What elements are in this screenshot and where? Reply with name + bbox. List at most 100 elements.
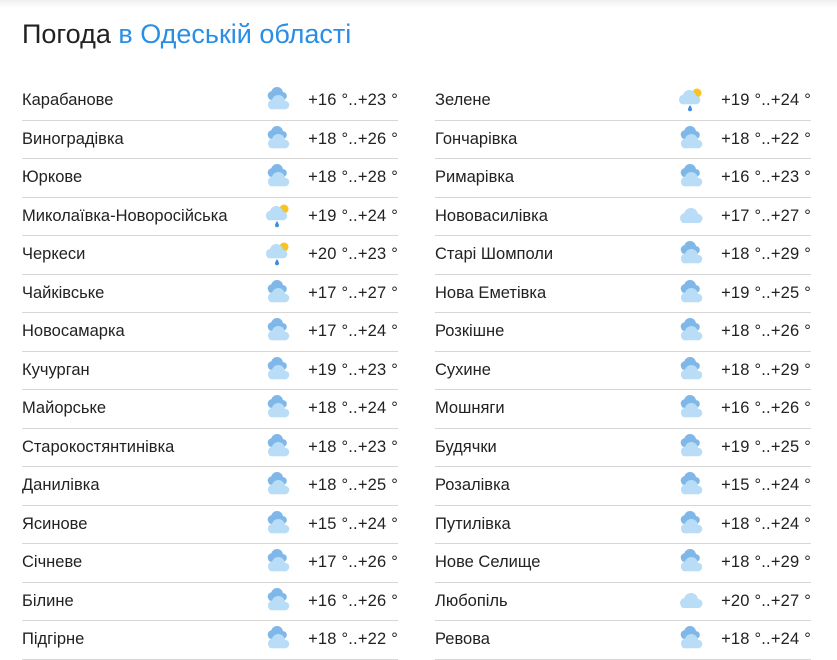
temperature-range: +18 °..+25 ° — [308, 476, 398, 494]
partly-cloudy-rain-icon — [264, 241, 292, 267]
cloudy-icon — [677, 549, 705, 575]
weather-row[interactable]: Кучурган +19 °..+23 ° — [22, 352, 398, 390]
city-name-link[interactable]: Будячки — [435, 429, 497, 466]
weather-row[interactable]: Нововасилівка +17 °..+27 ° — [435, 198, 811, 236]
partly-cloudy-rain-icon — [677, 87, 705, 113]
city-name-link[interactable]: Любопіль — [435, 583, 508, 620]
weather-row[interactable]: Розкішне +18 °..+26 ° — [435, 313, 811, 352]
weather-row[interactable]: Юркове +18 °..+28 ° — [22, 159, 398, 198]
cloudy-icon — [677, 510, 705, 537]
weather-row[interactable]: Виноградівка +18 °..+26 ° — [22, 121, 398, 159]
weather-row[interactable]: Карабанове +16 °..+23 ° — [22, 82, 398, 121]
weather-row[interactable]: Гончарівка +18 °..+22 ° — [435, 121, 811, 159]
temperature-range: +17 °..+26 ° — [308, 553, 398, 571]
cloudy-icon — [264, 395, 292, 421]
city-name-link[interactable]: Данилівка — [22, 467, 100, 504]
weather-row[interactable]: Миколаївка-Новоросійська +19 °..+24 ° — [22, 198, 398, 236]
city-name-link[interactable]: Старокостянтинівка — [22, 429, 174, 466]
city-name-link[interactable]: Чайківське — [22, 275, 104, 312]
city-name-link[interactable]: Черкеси — [22, 236, 85, 273]
weather-row[interactable]: Старокостянтинівка +18 °..+23 ° — [22, 429, 398, 467]
header-shadow — [0, 0, 837, 8]
temperature-range: +18 °..+26 ° — [308, 129, 398, 148]
cloudy-icon — [264, 356, 292, 383]
temperature-range: +18 °..+22 ° — [721, 129, 811, 148]
weather-row[interactable]: Путилівка +18 °..+24 ° — [435, 506, 811, 544]
temperature-range: +20 °..+27 ° — [721, 591, 811, 610]
city-name-link[interactable]: Сухине — [435, 352, 491, 389]
temperature-range: +18 °..+26 ° — [721, 322, 811, 340]
weather-row[interactable]: Нове Селище +18 °..+29 ° — [435, 544, 811, 583]
city-name-link[interactable]: Римарівка — [435, 159, 514, 196]
city-name-link[interactable]: Білине — [22, 583, 74, 620]
weather-row[interactable]: Розалівка +15 °..+24 ° — [435, 467, 811, 506]
city-name-link[interactable]: Юркове — [22, 159, 82, 196]
weather-row[interactable]: Будячки +19 °..+25 ° — [435, 429, 811, 467]
cloudy-icon — [677, 626, 705, 652]
city-name-link[interactable]: Нове Селище — [435, 544, 540, 581]
city-name-link[interactable]: Нововасилівка — [435, 198, 548, 235]
cloudy-icon — [677, 318, 705, 344]
cloudy-icon — [264, 472, 292, 498]
weather-row[interactable]: Ревова +18 °..+24 ° — [435, 621, 811, 660]
temperature-range: +18 °..+22 ° — [308, 630, 398, 648]
cloudy-icon — [677, 433, 705, 460]
city-name-link[interactable]: Кучурган — [22, 352, 90, 389]
weather-row[interactable]: Майорське +18 °..+24 ° — [22, 390, 398, 429]
weather-row[interactable]: Мошняги +16 °..+26 ° — [435, 390, 811, 429]
cloudy-icon — [677, 472, 705, 498]
city-name-link[interactable]: Карабанове — [22, 82, 113, 119]
weather-row[interactable]: Січневе +17 °..+26 ° — [22, 544, 398, 583]
cloudy-icon — [264, 549, 292, 575]
temperature-range: +19 °..+25 ° — [721, 283, 811, 302]
temperature-range: +18 °..+29 ° — [721, 553, 811, 571]
city-name-link[interactable]: Путилівка — [435, 506, 511, 543]
weather-row[interactable]: Зелене +19 °..+24 ° — [435, 82, 811, 121]
weather-row[interactable]: Сухине +18 °..+29 ° — [435, 352, 811, 390]
city-name-link[interactable]: Підгірне — [22, 621, 84, 658]
city-name-link[interactable]: Ревова — [435, 621, 490, 658]
cloudy-icon — [677, 164, 705, 190]
cloudy-icon — [264, 433, 292, 460]
city-name-link[interactable]: Розкішне — [435, 313, 504, 350]
weather-row[interactable]: Старі Шомполи +18 °..+29 ° — [435, 236, 811, 275]
weather-row[interactable]: Новосамарка +17 °..+24 ° — [22, 313, 398, 352]
weather-row[interactable]: Римарівка +16 °..+23 ° — [435, 159, 811, 198]
city-name-link[interactable]: Мошняги — [435, 390, 505, 427]
page-title-main: Погода — [22, 19, 111, 49]
weather-row[interactable]: Любопіль +20 °..+27 ° — [435, 583, 811, 621]
cloudy-icon — [677, 125, 705, 152]
temperature-range: +18 °..+28 ° — [308, 168, 398, 186]
weather-row[interactable]: Білине +16 °..+26 ° — [22, 583, 398, 621]
weather-row[interactable]: Черкеси +20 °..+23 ° — [22, 236, 398, 275]
city-name-link[interactable]: Нова Еметівка — [435, 275, 546, 312]
city-list-right: Зелене +19 °..+24 ° Гончарівка +18 °..+22 °… — [435, 82, 811, 660]
city-name-link[interactable]: Гончарівка — [435, 121, 517, 158]
temperature-range: +17 °..+27 ° — [721, 206, 811, 225]
page-title: Погода в Одеській області — [22, 18, 351, 50]
cloudy-icon — [264, 318, 292, 344]
temperature-range: +19 °..+24 ° — [721, 91, 811, 109]
city-name-link[interactable]: Розалівка — [435, 467, 510, 504]
temperature-range: +18 °..+24 ° — [721, 514, 811, 533]
city-name-link[interactable]: Ясинове — [22, 506, 87, 543]
temperature-range: +16 °..+26 ° — [308, 591, 398, 610]
city-name-link[interactable]: Миколаївка-Новоросійська — [22, 198, 228, 235]
page-title-region-link[interactable]: в Одеській області — [118, 19, 351, 49]
overcast-icon — [677, 588, 705, 614]
temperature-range: +17 °..+24 ° — [308, 322, 398, 340]
temperature-range: +19 °..+24 ° — [308, 206, 398, 225]
city-name-link[interactable]: Виноградівка — [22, 121, 124, 158]
city-name-link[interactable]: Січневе — [22, 544, 82, 581]
temperature-range: +18 °..+24 ° — [721, 630, 811, 648]
cloudy-icon — [264, 510, 292, 537]
weather-row[interactable]: Підгірне +18 °..+22 ° — [22, 621, 398, 660]
weather-row[interactable]: Ясинове +15 °..+24 ° — [22, 506, 398, 544]
city-name-link[interactable]: Майорське — [22, 390, 106, 427]
city-name-link[interactable]: Новосамарка — [22, 313, 125, 350]
weather-row[interactable]: Данилівка +18 °..+25 ° — [22, 467, 398, 506]
weather-row[interactable]: Чайківське +17 °..+27 ° — [22, 275, 398, 313]
city-name-link[interactable]: Зелене — [435, 82, 491, 119]
city-name-link[interactable]: Старі Шомполи — [435, 236, 553, 273]
weather-row[interactable]: Нова Еметівка +19 °..+25 ° — [435, 275, 811, 313]
